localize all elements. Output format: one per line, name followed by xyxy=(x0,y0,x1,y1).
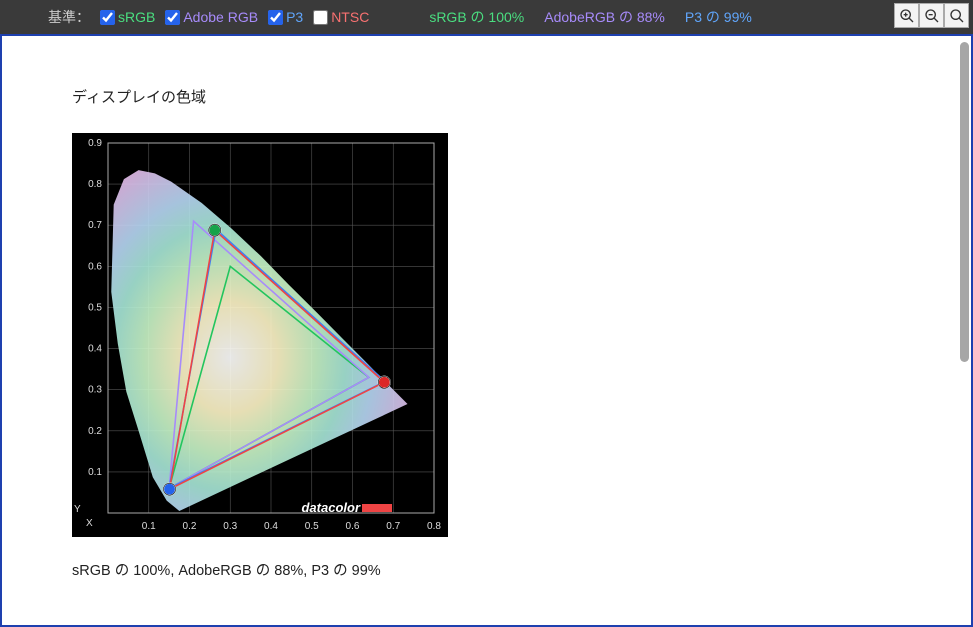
checkbox-p3-label: P3 xyxy=(286,9,303,25)
svg-text:0.1: 0.1 xyxy=(88,467,102,478)
axis-label-x: X xyxy=(86,518,93,529)
brand-logo: datacolor xyxy=(301,500,392,515)
stat-p3: P3 の 99% xyxy=(685,7,752,27)
svg-text:0.9: 0.9 xyxy=(88,138,102,149)
checkbox-srgb[interactable]: sRGB xyxy=(100,9,155,25)
checkbox-adobe-label: Adobe RGB xyxy=(183,9,258,25)
reference-label: 基準： xyxy=(48,7,90,27)
stat-srgb: sRGB の 100% xyxy=(429,7,524,27)
zoom-in-button[interactable] xyxy=(894,3,919,28)
reference-controls: 基準： sRGB Adobe RGB P3 NTSC xyxy=(48,7,369,27)
svg-text:0.1: 0.1 xyxy=(142,521,156,532)
checkbox-adobe-input[interactable] xyxy=(165,10,180,25)
brand-text: datacolor xyxy=(301,500,360,515)
chart-caption: sRGB の 100%, AdobeRGB の 88%, P3 の 99% xyxy=(72,559,901,580)
svg-text:0.2: 0.2 xyxy=(183,521,197,532)
checkbox-srgb-label: sRGB xyxy=(118,9,155,25)
svg-text:0.8: 0.8 xyxy=(427,521,441,532)
checkbox-adobe[interactable]: Adobe RGB xyxy=(165,9,258,25)
chromaticity-chart: 0.1 0.2 0.3 0.4 0.5 0.6 0.7 0.8 0.1 0.2 0.3 0.4 0.5 0… xyxy=(72,133,448,537)
zoom-out-button[interactable] xyxy=(919,3,944,28)
svg-text:0.5: 0.5 xyxy=(88,302,102,313)
chart-svg: 0.1 0.2 0.3 0.4 0.5 0.6 0.7 0.8 0.1 0.2 0.3 0.4 0.5 0… xyxy=(72,133,448,537)
stat-adobe: AdobeRGB の 88% xyxy=(544,7,665,27)
axis-label-y: Y xyxy=(74,504,81,515)
toolbar-stats: sRGB の 100% AdobeRGB の 88% P3 の 99% xyxy=(429,7,752,27)
svg-text:0.6: 0.6 xyxy=(88,261,102,272)
zoom-reset-icon xyxy=(949,8,965,24)
svg-text:0.5: 0.5 xyxy=(305,521,319,532)
zoom-in-icon xyxy=(899,8,915,24)
checkbox-p3[interactable]: P3 xyxy=(268,9,303,25)
checkbox-ntsc-input[interactable] xyxy=(313,10,328,25)
scrollbar[interactable] xyxy=(957,36,971,625)
svg-text:0.8: 0.8 xyxy=(88,179,102,190)
scroll-thumb[interactable] xyxy=(960,42,969,362)
svg-text:0.3: 0.3 xyxy=(223,521,237,532)
svg-text:0.2: 0.2 xyxy=(88,426,102,437)
content: ディスプレイの色域 0.1 0.2 0.3 0.4 0.5 0.6 0.7 0.8 0.1 0.2… xyxy=(2,36,971,627)
zoom-out-icon xyxy=(924,8,940,24)
checkbox-ntsc-label: NTSC xyxy=(331,9,369,25)
toolbar: 基準： sRGB Adobe RGB P3 NTSC sRGB の 100% A… xyxy=(0,0,973,34)
svg-text:0.3: 0.3 xyxy=(88,385,102,396)
checkbox-ntsc[interactable]: NTSC xyxy=(313,9,369,25)
checkbox-srgb-input[interactable] xyxy=(100,10,115,25)
svg-text:0.4: 0.4 xyxy=(264,521,278,532)
svg-text:0.7: 0.7 xyxy=(386,521,400,532)
page-title: ディスプレイの色域 xyxy=(72,86,901,107)
svg-text:0.6: 0.6 xyxy=(346,521,360,532)
checkbox-p3-input[interactable] xyxy=(268,10,283,25)
svg-text:0.4: 0.4 xyxy=(88,344,102,355)
zoom-controls xyxy=(894,3,969,28)
brand-bar-icon xyxy=(362,504,392,512)
zoom-reset-button[interactable] xyxy=(944,3,969,28)
svg-text:0.7: 0.7 xyxy=(88,220,102,231)
viewport: ディスプレイの色域 0.1 0.2 0.3 0.4 0.5 0.6 0.7 0.8 0.1 0.2… xyxy=(0,34,973,627)
